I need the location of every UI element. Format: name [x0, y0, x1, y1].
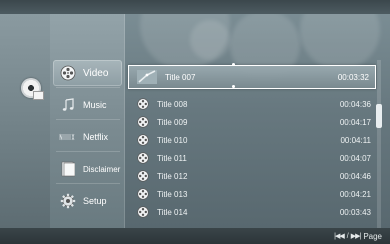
- title-list: Title 008 00:04:36 Title 009 00:04:17 Ti…: [125, 60, 377, 228]
- title-row[interactable]: Title 012 00:04:46: [133, 167, 377, 185]
- menu-item-music[interactable]: Music: [53, 92, 122, 118]
- netflix-logo-icon: [59, 128, 77, 146]
- disc-icon[interactable]: [21, 78, 44, 100]
- device-column: [0, 14, 50, 228]
- film-reel-icon: [137, 116, 149, 128]
- title-row[interactable]: Title 013 00:04:21: [133, 185, 377, 203]
- title-name: Title 008: [157, 99, 188, 109]
- title-duration: 00:04:46: [339, 171, 371, 181]
- title-row[interactable]: Title 010 00:04:11: [133, 131, 377, 149]
- title-duration: 00:04:21: [339, 189, 371, 199]
- title-row[interactable]: Title 009 00:04:17: [133, 113, 377, 131]
- menu-item-disclaimer[interactable]: Disclaimer: [53, 156, 122, 182]
- scrollbar-track[interactable]: [377, 60, 381, 228]
- menu-item-label: Video: [83, 67, 109, 79]
- main-menu: Video Music Netflix Disclaimer Setup: [50, 14, 125, 228]
- title-duration: 00:04:11: [340, 135, 371, 145]
- page-label: Page: [363, 231, 382, 241]
- title-name: Title 014: [157, 207, 188, 217]
- menu-item-setup[interactable]: Setup: [53, 188, 122, 214]
- nav-separator: /: [346, 232, 349, 240]
- media-browser-screen: Video Music Netflix Disclaimer Setup Tit…: [0, 0, 390, 244]
- menu-item-label: Music: [83, 100, 107, 110]
- title-name: Title 012: [157, 171, 188, 181]
- document-icon: [59, 160, 77, 178]
- title-duration: 00:03:43: [339, 207, 371, 217]
- title-row[interactable]: Title 008 00:04:36: [133, 95, 377, 113]
- title-name: Title 011: [157, 153, 187, 163]
- bottom-bar: |◀◀ / ▶▶| Page: [0, 228, 390, 244]
- title-row[interactable]: Title 011 00:04:07: [133, 149, 377, 167]
- background-bokeh: [190, 20, 230, 60]
- skip-back-icon: |◀◀: [334, 233, 345, 240]
- film-reel-icon: [137, 152, 149, 164]
- title-duration: 00:04:17: [339, 117, 371, 127]
- skip-forward-icon: ▶▶|: [350, 233, 362, 240]
- menu-item-label: Setup: [83, 196, 107, 206]
- menu-item-label: Netflix: [83, 132, 109, 142]
- film-reel-icon: [137, 170, 149, 182]
- gear-icon: [59, 192, 77, 210]
- title-duration: 00:04:36: [339, 99, 371, 109]
- title-name: Title 010: [157, 135, 188, 145]
- film-reel-icon: [137, 206, 149, 218]
- music-note-icon: [59, 96, 77, 114]
- title-name: Title 009: [157, 117, 188, 127]
- top-strip: [0, 0, 390, 14]
- menu-divider: [56, 151, 120, 152]
- film-reel-icon: [137, 98, 149, 110]
- menu-item-video[interactable]: Video: [53, 60, 122, 86]
- menu-divider: [56, 87, 120, 88]
- menu-item-label: Disclaimer: [83, 164, 121, 174]
- menu-divider: [56, 119, 120, 120]
- film-reel-icon: [137, 188, 149, 200]
- page-navigation[interactable]: |◀◀ / ▶▶| Page: [334, 232, 382, 241]
- scrollbar-thumb[interactable]: [376, 104, 382, 128]
- title-name: Title 013: [157, 189, 188, 199]
- menu-item-netflix[interactable]: Netflix: [53, 124, 122, 150]
- title-row[interactable]: Title 014 00:03:43: [133, 203, 377, 221]
- film-reel-icon: [59, 64, 77, 82]
- film-reel-icon: [137, 134, 149, 146]
- menu-divider: [56, 183, 120, 184]
- title-duration: 00:04:07: [339, 153, 371, 163]
